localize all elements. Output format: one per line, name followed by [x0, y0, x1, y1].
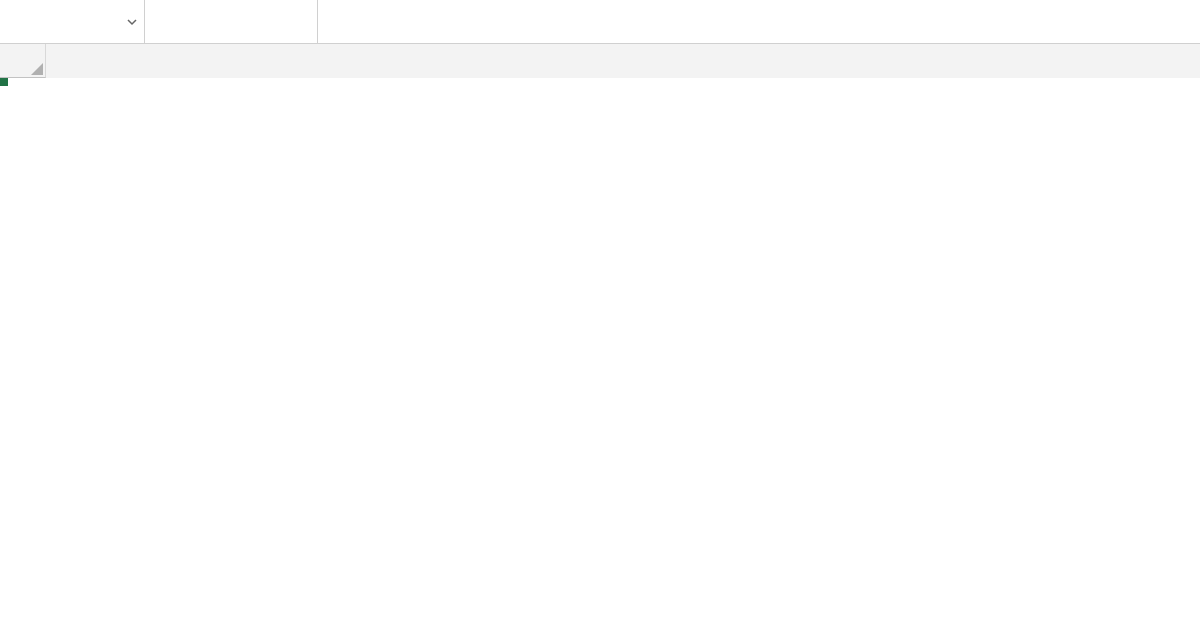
select-all-triangle-icon	[31, 63, 43, 75]
more-icon[interactable]	[157, 8, 185, 36]
column-headers	[0, 44, 1200, 78]
chevron-down-icon	[126, 10, 138, 34]
name-box[interactable]	[0, 0, 145, 43]
formula-bar-buttons	[145, 0, 317, 43]
select-all-corner[interactable]	[0, 44, 46, 78]
accept-icon[interactable]	[237, 8, 265, 36]
fx-icon[interactable]	[277, 8, 305, 36]
formula-input[interactable]	[318, 0, 1200, 43]
cancel-icon[interactable]	[197, 8, 225, 36]
fill-handle[interactable]	[0, 78, 8, 86]
excel-window	[0, 0, 1200, 630]
formula-bar-row	[0, 0, 1200, 44]
